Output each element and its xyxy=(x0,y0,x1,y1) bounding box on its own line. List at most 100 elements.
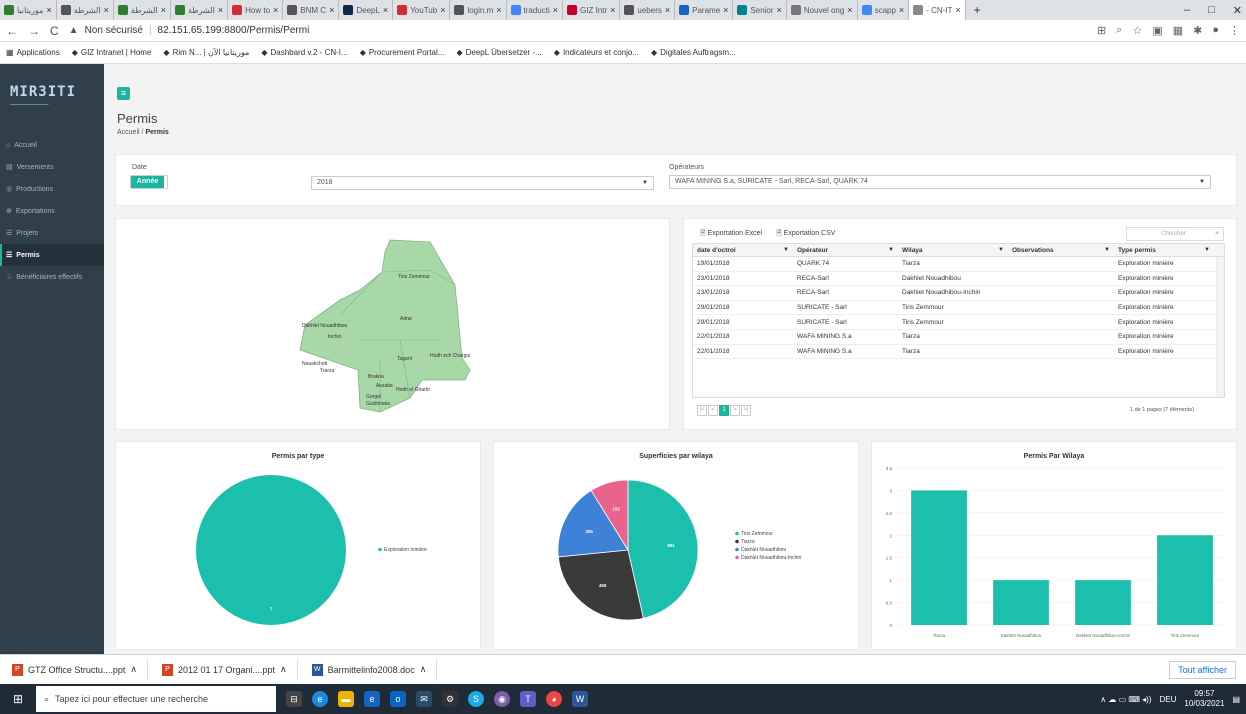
close-icon[interactable]: × xyxy=(553,5,558,15)
column-header[interactable]: Type permis ▼ xyxy=(1114,247,1214,254)
close-icon[interactable]: × xyxy=(899,5,904,15)
new-tab-button[interactable]: + xyxy=(966,3,989,17)
puzzle-icon[interactable]: ✱ xyxy=(1193,24,1202,37)
browser-tab[interactable]: YouTub × xyxy=(393,0,451,20)
teams-icon[interactable]: T xyxy=(520,691,536,707)
close-icon[interactable]: × xyxy=(496,5,501,15)
chevron-up-icon[interactable]: ∧ xyxy=(420,664,427,675)
export-excel-button[interactable]: 🗎 Exportation Excel xyxy=(700,229,762,240)
legend-label[interactable]: Exploration minière xyxy=(384,547,427,553)
zoom-icon[interactable]: ⌕ xyxy=(1116,24,1122,37)
sidebar-item-permis[interactable]: ☰ Permis xyxy=(0,244,104,266)
taskbar-search-input[interactable]: ⌕ Tapez ici pour effectuer une recherche xyxy=(36,686,276,712)
windows-start-icon[interactable]: ⊞ xyxy=(8,689,28,709)
bar[interactable] xyxy=(993,580,1049,625)
skype-icon[interactable]: S xyxy=(468,691,484,707)
filter-icon[interactable]: ▼ xyxy=(1204,247,1210,253)
table-row[interactable]: 22/01/2018 WAFA MINING S.a Tiarza Explorati… xyxy=(693,345,1224,360)
close-icon[interactable]: × xyxy=(777,5,782,15)
column-header[interactable]: Wilaya ▼ xyxy=(898,247,1008,254)
browser-tab[interactable]: DeepL × xyxy=(339,0,394,20)
table-row[interactable]: 23/01/2018 RECA-Sarl Dakhlet Nouadhibou Exp… xyxy=(693,272,1224,287)
forward-icon[interactable]: → xyxy=(28,24,40,38)
filter-icon[interactable]: ▼ xyxy=(783,247,789,253)
table-row[interactable]: 23/01/2018 RECA-Sarl Dakhlet Nouadhibou-In… xyxy=(693,286,1224,301)
ie-icon[interactable]: e xyxy=(364,691,380,707)
filter-icon[interactable]: ▼ xyxy=(998,247,1004,253)
table-row[interactable]: 29/01/2018 SURICATE - Sarl Tiris Zemmour Ex… xyxy=(693,301,1224,316)
browser-tab[interactable]: الشرطة × xyxy=(114,0,171,20)
browser-tab[interactable]: BNM C × xyxy=(283,0,340,20)
close-icon[interactable]: × xyxy=(46,5,51,15)
chevron-up-icon[interactable]: ∧ xyxy=(130,664,137,675)
pager-button[interactable]: > xyxy=(730,405,740,416)
browser-tab[interactable]: scapp × xyxy=(858,0,910,20)
browser-tab[interactable]: الشرطة × xyxy=(57,0,114,20)
close-icon[interactable]: × xyxy=(440,5,445,15)
bookmark-item[interactable]: ◆ Dashbard v.2 - CN-I... xyxy=(261,48,347,57)
filter-icon[interactable]: ▼ xyxy=(888,247,894,253)
avatar[interactable]: ● xyxy=(1212,24,1219,37)
download-item[interactable]: W Barmittelinfo2008.doc ∧ xyxy=(311,658,438,681)
tray-icons[interactable]: ∧ ☁ ▭ ⌨ ◂)) xyxy=(1100,695,1151,704)
maximize-icon[interactable]: □ xyxy=(1208,4,1215,16)
download-item[interactable]: P 2012 01 17 Organi....ppt ∧ xyxy=(161,658,298,681)
minimize-icon[interactable]: – xyxy=(1184,4,1190,16)
sidebar-item-bénéficiaires-effectifs[interactable]: ♧ Bénéficiaires effectifs xyxy=(0,266,104,288)
app-icon[interactable]: ◉ xyxy=(494,691,510,707)
word-icon[interactable]: W xyxy=(572,691,588,707)
table-row[interactable]: 22/01/2018 WAFA MINING S.a Tiarza Explorati… xyxy=(693,330,1224,345)
browser-tab[interactable]: uebers × xyxy=(620,0,676,20)
close-icon[interactable]: × xyxy=(218,5,223,15)
close-icon[interactable]: × xyxy=(273,5,278,15)
pager-button[interactable]: >| xyxy=(741,405,751,416)
extension-icon[interactable]: ▣ xyxy=(1152,24,1162,37)
bar[interactable] xyxy=(1075,580,1131,625)
export-csv-button[interactable]: 🗎 Exportation CSV xyxy=(776,229,835,240)
task-view-icon[interactable]: ⊟ xyxy=(286,691,302,707)
bookmark-item[interactable]: ◆ Procurement Portal... xyxy=(360,48,445,57)
column-header[interactable]: Opérateur ▼ xyxy=(793,247,898,254)
table-row[interactable]: 19/01/2018 QUARK 74 Tiarza Exploration mini… xyxy=(693,257,1224,272)
column-header[interactable]: date d'octroi ▼ xyxy=(693,247,793,254)
warning-icon[interactable]: ▲ xyxy=(69,25,79,36)
language-indicator[interactable]: DEU xyxy=(1160,695,1177,704)
browser-tab[interactable]: Senior × xyxy=(733,0,787,20)
file-explorer-icon[interactable]: ▬ xyxy=(338,691,354,707)
browser-tab[interactable]: How to × xyxy=(228,0,284,20)
download-item[interactable]: P GTZ Office Structu....ppt ∧ xyxy=(12,658,148,681)
close-icon[interactable]: × xyxy=(847,5,852,15)
reload-icon[interactable]: C xyxy=(50,24,59,38)
clock[interactable]: 09:57 10/03/2021 xyxy=(1184,689,1224,709)
sidebar-item-versements[interactable]: ▤ Versements xyxy=(0,156,104,178)
edge-icon[interactable]: e xyxy=(312,691,328,707)
outlook-icon[interactable]: o xyxy=(390,691,406,707)
menu-toggle-button[interactable]: ≡ xyxy=(117,87,130,100)
sidebar-item-projets[interactable]: ☰ Projets xyxy=(0,222,104,244)
close-icon[interactable]: × xyxy=(329,5,334,15)
pager-button[interactable]: < xyxy=(708,405,718,416)
legend-label[interactable]: Dakhlet Nouadhibou xyxy=(741,547,787,553)
browser-tab[interactable]: GIZ Intr × xyxy=(563,0,621,20)
bookmark-item[interactable]: ◆ Indicateurs et conjo... xyxy=(554,48,639,57)
translate-icon[interactable]: ⊞ xyxy=(1097,24,1106,37)
browser-tab[interactable]: الشرطة × xyxy=(171,0,229,20)
operator-select[interactable]: WAFA MINING S.a, SURICATE - Sarl, RECA-S… xyxy=(669,175,1211,189)
close-icon[interactable]: × xyxy=(665,5,670,15)
bookmark-item[interactable]: ◆ Digitales Auftragsm... xyxy=(651,48,736,57)
url-field[interactable]: ▲ Non sécurisé | 82.151.65.199:8800/Perm… xyxy=(69,25,310,36)
notification-icon[interactable]: ▤ xyxy=(1232,695,1240,704)
table-row[interactable]: 29/01/2018 SURICATE - Sarl Tiris Zemmour Ex… xyxy=(693,315,1224,330)
year-select[interactable]: 2018 ▼ xyxy=(311,176,654,190)
browser-tab[interactable]: Nouvel ong × xyxy=(787,0,858,20)
pager-button[interactable]: |< xyxy=(697,405,707,416)
star-icon[interactable]: ☆ xyxy=(1132,24,1142,37)
bookmark-item[interactable]: ◆ DeepL Übersetzer -... xyxy=(456,48,541,57)
bookmark-item[interactable]: ◆ GIZ Intranet | Home xyxy=(72,48,152,57)
browser-tab[interactable]: login.m × xyxy=(450,0,507,20)
mauritania-map[interactable]: Tiris Zemmour Adrar Dakhlet Nouadhibou Inch… xyxy=(290,230,490,420)
table-scrollbar[interactable] xyxy=(1216,257,1224,397)
legend-label[interactable]: Dakhlet Nouadhibou-Inchiri xyxy=(741,555,801,561)
breadcrumb-home[interactable]: Accueil xyxy=(117,129,140,136)
pager-button[interactable]: 1 xyxy=(719,405,729,416)
